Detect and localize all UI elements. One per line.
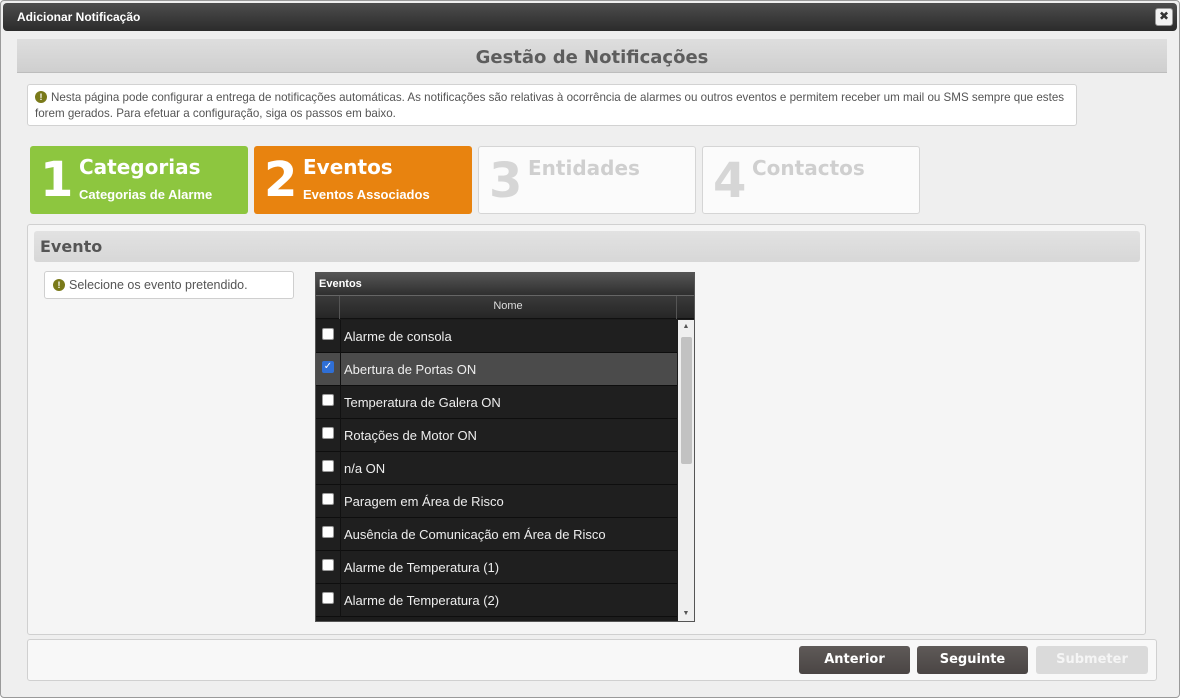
- row-label: Abertura de Portas ON: [344, 362, 477, 377]
- row-label: Rotações de Motor ON: [344, 428, 477, 443]
- section-title: Evento: [34, 231, 1140, 262]
- row-checkbox[interactable]: [322, 328, 334, 340]
- table-row[interactable]: n/a ON: [316, 452, 677, 485]
- step-number: 3: [489, 153, 523, 209]
- step-eventos[interactable]: 2 Eventos Eventos Associados: [254, 146, 472, 214]
- row-checkbox[interactable]: [322, 394, 334, 406]
- step-title: Entidades: [528, 156, 640, 180]
- row-checkbox[interactable]: [322, 559, 334, 571]
- dialog-titlebar: Adicionar Notificação ✖: [3, 3, 1177, 31]
- table-row[interactable]: Temperatura de Galera ON: [316, 386, 677, 419]
- grid-header: Nome: [316, 295, 694, 319]
- cell-divider: [340, 551, 341, 584]
- cell-divider: [340, 386, 341, 419]
- grid-body: Alarme de consola ✓ Abertura de Portas ON T…: [316, 320, 677, 621]
- checkbox-column-header: [316, 296, 340, 319]
- table-row[interactable]: ✓ Abertura de Portas ON: [316, 353, 677, 386]
- cell-divider: [340, 584, 341, 617]
- step-categorias[interactable]: 1 Categorias Categorias de Alarme: [30, 146, 248, 214]
- close-icon[interactable]: ✖: [1155, 8, 1173, 26]
- row-label: Alarme de Temperatura (2): [344, 593, 500, 608]
- table-row[interactable]: Alarme de Temperatura (1): [316, 551, 677, 584]
- page-title: Gestão de Notificações: [17, 39, 1167, 73]
- cell-divider: [340, 485, 341, 518]
- cell-divider: [340, 419, 341, 452]
- row-checkbox[interactable]: ✓: [322, 361, 334, 373]
- step-title: Contactos: [752, 156, 865, 180]
- row-checkbox[interactable]: [322, 460, 334, 472]
- step-title: Eventos: [303, 155, 393, 179]
- grid-scrollbar[interactable]: ▲ ▼: [678, 320, 694, 621]
- step-subtitle: Categorias de Alarme: [79, 187, 213, 202]
- hint-message: ! Selecione os evento pretendido.: [44, 271, 294, 299]
- row-checkbox[interactable]: [322, 493, 334, 505]
- table-row[interactable]: Rotações de Motor ON: [316, 419, 677, 452]
- info-message: ! Nesta página pode configurar a entrega …: [27, 84, 1077, 126]
- scroll-up-icon[interactable]: ▲: [678, 320, 694, 334]
- column-header-nome[interactable]: Nome: [340, 296, 677, 319]
- hint-text: Selecione os evento pretendido.: [69, 278, 248, 292]
- previous-button[interactable]: Anterior: [799, 646, 910, 674]
- cell-divider: [340, 320, 341, 353]
- step-entidades: 3 Entidades: [478, 146, 696, 214]
- info-icon: !: [35, 91, 47, 103]
- step-title: Categorias: [79, 155, 201, 179]
- events-grid: Eventos Nome Alarme de consola ✓ Abertura …: [315, 272, 695, 622]
- next-button[interactable]: Seguinte: [917, 646, 1028, 674]
- row-label: Alarme de consola: [344, 329, 452, 344]
- row-label: Paragem em Área de Risco: [344, 494, 504, 509]
- cell-divider: [340, 452, 341, 485]
- grid-caption: Eventos: [316, 273, 694, 295]
- step-subtitle: Eventos Associados: [303, 187, 430, 202]
- table-row[interactable]: Alarme de consola: [316, 320, 677, 353]
- scroll-down-icon[interactable]: ▼: [678, 607, 694, 621]
- row-checkbox[interactable]: [322, 526, 334, 538]
- table-row[interactable]: Ausência de Comunicação em Área de Risco: [316, 518, 677, 551]
- cell-divider: [340, 353, 341, 386]
- submit-button: Submeter: [1036, 646, 1148, 674]
- wizard-footer: Anterior Seguinte Submeter: [27, 639, 1157, 681]
- row-label: n/a ON: [344, 461, 386, 476]
- dialog-title: Adicionar Notificação: [17, 10, 141, 24]
- cell-divider: [340, 518, 341, 551]
- row-checkbox[interactable]: [322, 592, 334, 604]
- table-row[interactable]: Alarme de Temperatura (2): [316, 584, 677, 617]
- info-icon: !: [53, 279, 65, 291]
- row-label: Alarme de Temperatura (1): [344, 560, 500, 575]
- step-number: 2: [264, 152, 298, 208]
- row-label: Ausência de Comunicação em Área de Risco: [344, 527, 606, 542]
- add-notification-dialog: Adicionar Notificação ✖ Gestão de Notifi…: [0, 0, 1180, 698]
- step-number: 4: [713, 153, 747, 209]
- info-text: Nesta página pode configurar a entrega d…: [35, 91, 1065, 120]
- step-contactos: 4 Contactos: [702, 146, 920, 214]
- table-row[interactable]: Paragem em Área de Risco: [316, 485, 677, 518]
- step-number: 1: [40, 152, 74, 208]
- scroll-thumb[interactable]: [681, 337, 692, 464]
- event-panel: Evento ! Selecione os evento pretendido. …: [27, 224, 1146, 635]
- row-label: Temperatura de Galera ON: [344, 395, 501, 410]
- row-checkbox[interactable]: [322, 427, 334, 439]
